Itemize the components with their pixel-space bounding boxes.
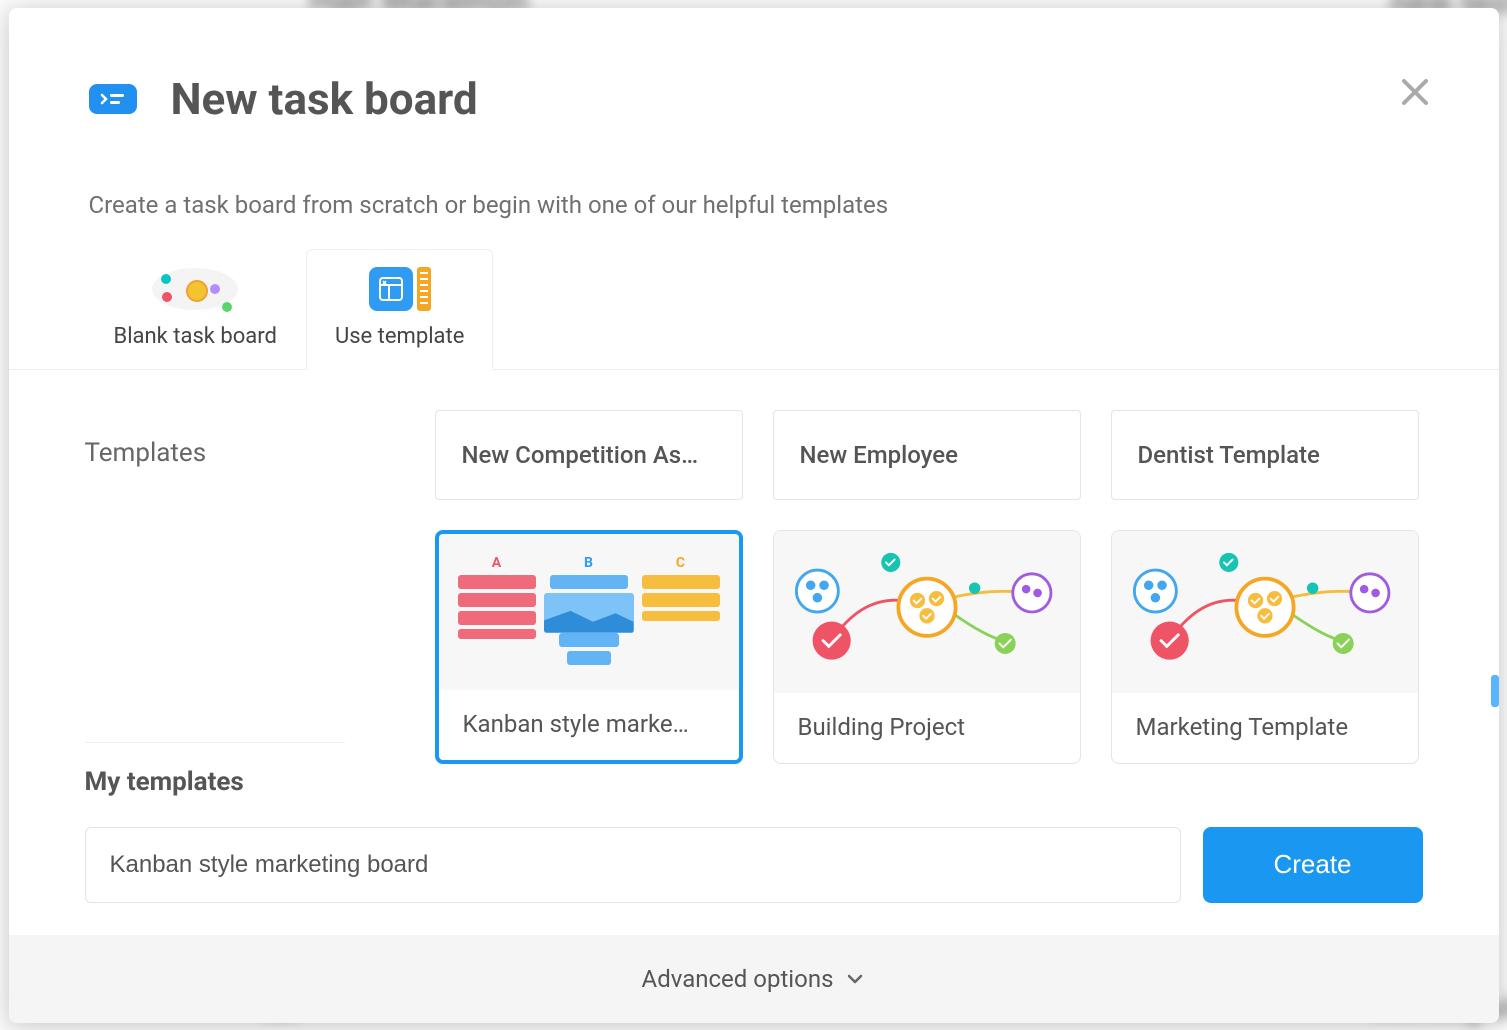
board-name-input[interactable] [85, 827, 1181, 903]
template-card-new-employee[interactable]: New Employee [773, 410, 1081, 500]
new-task-board-modal: New task board Create a task board from … [9, 8, 1499, 1023]
modal-body: Templates My templates New Competition A… [9, 370, 1499, 1023]
template-preview: A B C [439, 534, 739, 690]
modal-header: New task board [9, 8, 1499, 125]
section-templates-heading: Templates [85, 438, 207, 468]
template-label: Kanban style marke… [439, 690, 739, 760]
template-preview [1112, 531, 1418, 693]
template-icon [369, 267, 431, 311]
template-card-marketing-template[interactable]: Marketing Template [1111, 530, 1419, 764]
chevron-down-icon [845, 969, 865, 989]
template-label: Building Project [774, 693, 1080, 763]
scrollbar-thumb[interactable] [1491, 675, 1499, 707]
tab-label: Blank task board [114, 324, 277, 349]
task-board-icon [89, 84, 137, 114]
tabs: Blank task board Use template [9, 249, 1499, 370]
blank-board-icon [152, 268, 238, 310]
template-card-building-project[interactable]: Building Project [773, 530, 1081, 764]
template-label: Marketing Template [1112, 693, 1418, 763]
modal-subtitle: Create a task board from scratch or begi… [9, 125, 1499, 219]
tab-blank-board[interactable]: Blank task board [85, 249, 306, 369]
advanced-options-label: Advanced options [642, 965, 834, 993]
template-preview [774, 531, 1080, 693]
template-card-kanban-marketing[interactable]: A B C Kanban style marke… [435, 530, 743, 764]
template-card-new-competition[interactable]: New Competition As… [435, 410, 743, 500]
nodes-diagram-icon [784, 541, 1070, 683]
template-card-dentist[interactable]: Dentist Template [1111, 410, 1419, 500]
create-button[interactable]: Create [1203, 827, 1423, 903]
tab-label: Use template [335, 324, 464, 349]
nodes-diagram-icon [1122, 541, 1408, 683]
create-row: Create [85, 827, 1423, 903]
advanced-options-toggle[interactable]: Advanced options [9, 935, 1499, 1023]
close-icon [1399, 76, 1431, 108]
close-button[interactable] [1395, 72, 1435, 112]
templates-grid: New Competition As… New Employee Dentist… [435, 410, 1479, 764]
section-my-templates-heading: My templates [85, 742, 345, 797]
modal-title: New task board [171, 73, 478, 125]
tab-use-template[interactable]: Use template [306, 249, 493, 370]
